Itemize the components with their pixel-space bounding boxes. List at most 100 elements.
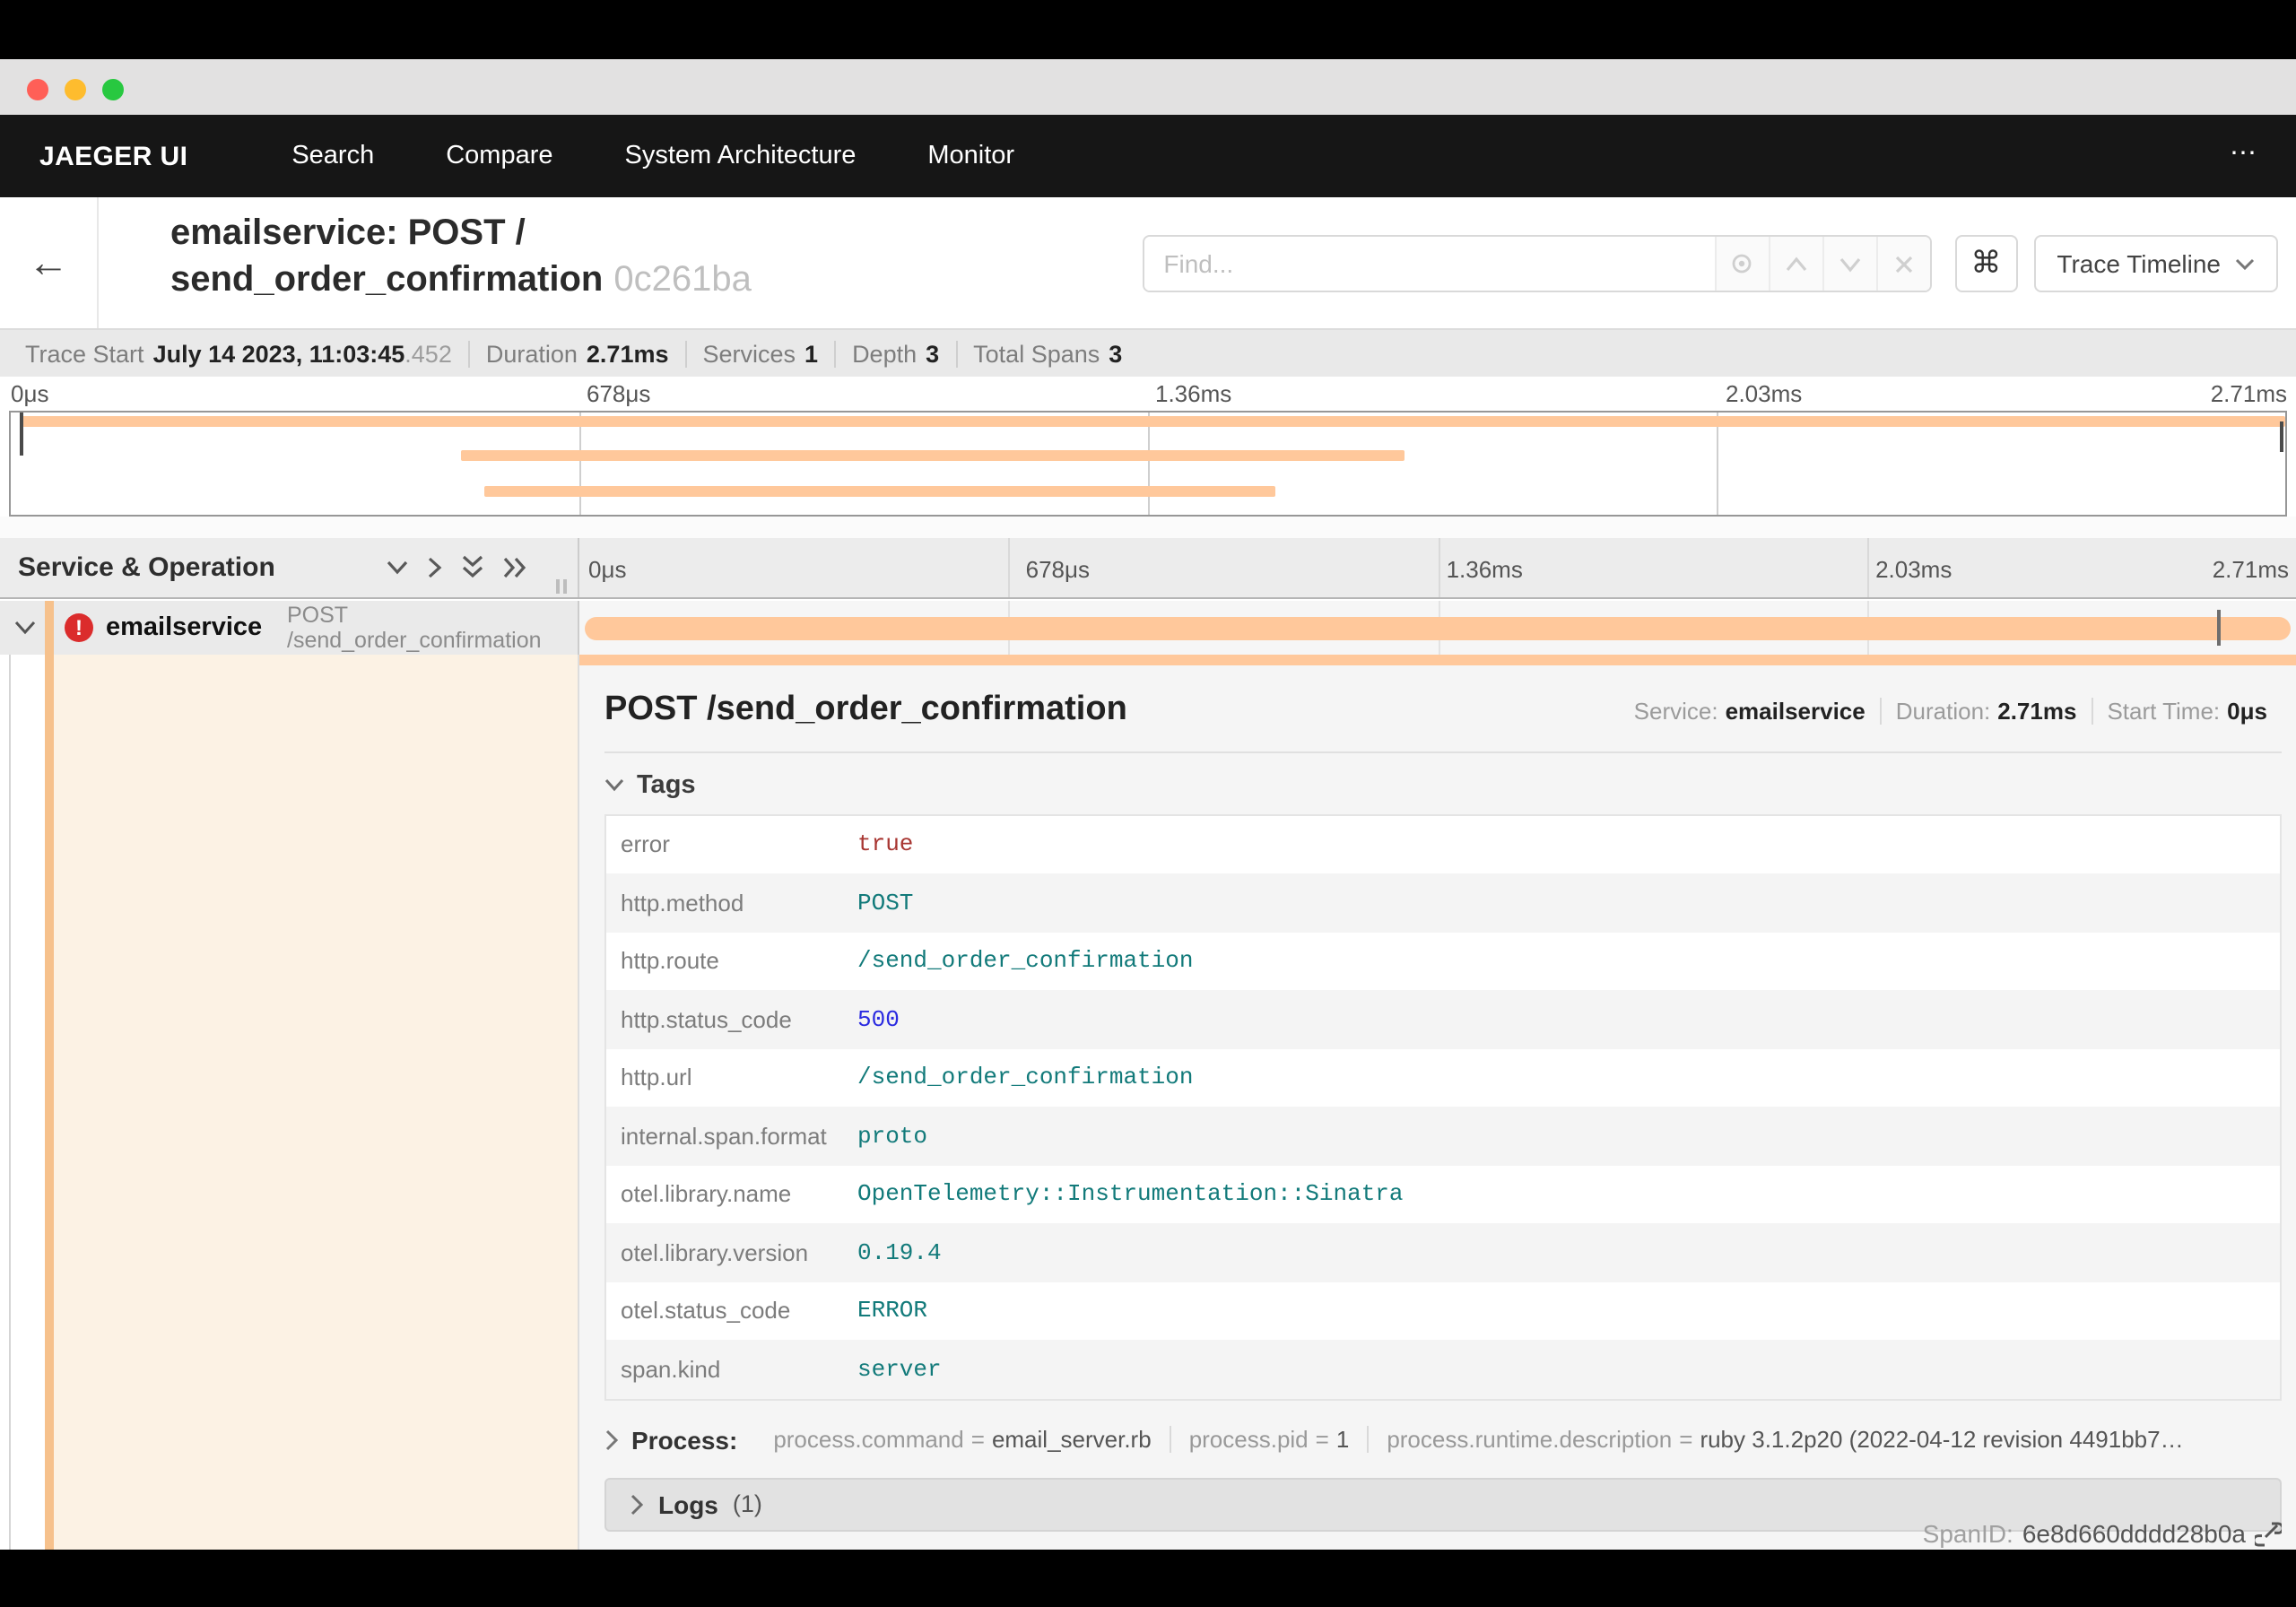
process-section-toggle[interactable]: Process: process.command = email_server.…: [604, 1425, 2282, 1454]
error-icon: !: [65, 613, 93, 642]
minimap-right-scrubber[interactable]: [2280, 421, 2283, 452]
tag-row-http.status_code[interactable]: http.status_code 500: [606, 990, 2280, 1048]
collapse-one-chevron-down-icon[interactable]: [386, 554, 409, 579]
span-id-label: SpanID:: [1922, 1519, 2013, 1548]
span-detail-row: POST /send_order_confirmation Service: e…: [0, 655, 2296, 1607]
collapse-span-chevron-down-icon[interactable]: [14, 621, 36, 635]
letterbox-bottom: [0, 1550, 2296, 1607]
minimap-span-bar-grandchild: [483, 486, 1275, 497]
tag-key: error: [621, 830, 670, 858]
nav-item-compare[interactable]: Compare: [410, 142, 588, 170]
minimize-window-button[interactable]: [65, 79, 86, 100]
zoom-window-button[interactable]: [102, 79, 124, 100]
collapse-all-double-chevron-down-icon[interactable]: [461, 554, 484, 579]
summary-trace-start: Trace Start July 14 2023, 11:03:45 .452: [25, 340, 452, 367]
tags-table: error true http.method POST http.route/send_…: [604, 813, 2282, 1400]
top-navbar: JAEGER UI Search Compare System Architec…: [0, 115, 2296, 197]
column-resize-grip[interactable]: [556, 579, 567, 594]
clear-search-x-icon[interactable]: [1875, 237, 1930, 291]
detail-left-column: [0, 655, 578, 1550]
keyboard-shortcuts-button[interactable]: ⌘: [1954, 235, 2018, 292]
tag-value: /send_order_confirmation: [857, 947, 1194, 975]
operation-name: POST /send_order_confirmation: [287, 603, 542, 653]
trace-title: emailservice: POST / send_order_confirma…: [170, 210, 1175, 303]
nav-item-system-architecture[interactable]: System Architecture: [589, 142, 892, 170]
service-color-stripe: [44, 601, 53, 655]
tag-row-error[interactable]: error true: [606, 815, 2280, 873]
copy-link-icon[interactable]: [2255, 1520, 2282, 1547]
find-input[interactable]: [1144, 237, 1715, 291]
chevron-right-icon: [604, 1429, 619, 1450]
nav-item-search[interactable]: Search: [256, 142, 410, 170]
tag-key: otel.library.version: [621, 1238, 809, 1266]
meta-start-time: Start Time: 0μs: [2091, 697, 2282, 724]
divider: [604, 751, 2282, 752]
tick-label: 2.71ms: [2210, 380, 2287, 407]
ruler-gridline: [1866, 538, 1869, 597]
span-id-value: 6e8d660dddd28b0a: [2022, 1519, 2246, 1548]
meta-service: Service: emailservice: [1633, 697, 1866, 724]
detail-meta: Service: emailservice Duration: 2.71ms S…: [1620, 697, 2282, 724]
expand-all-double-chevron-right-icon[interactable]: [502, 554, 527, 579]
tag-value: ERROR: [857, 1297, 928, 1325]
tag-key: http.route: [621, 947, 719, 975]
nav-item-monitor[interactable]: Monitor: [891, 142, 1050, 170]
focus-match-icon[interactable]: [1714, 237, 1769, 291]
tag-row-otel.library.version[interactable]: otel.library.version 0.19.4: [606, 1223, 2280, 1281]
tag-row-span.kind[interactable]: span.kind server: [606, 1340, 2280, 1398]
detail-panel: POST /send_order_confirmation Service: e…: [578, 655, 2296, 1607]
trace-page-header: ← emailservice: POST / send_order_confir…: [0, 197, 2296, 468]
span-log-marker[interactable]: [2216, 610, 2221, 646]
tag-value: proto: [857, 1122, 928, 1150]
tag-row-otel.status_code[interactable]: otel.status_code ERROR: [606, 1281, 2280, 1340]
tick-label: 0μs: [588, 556, 627, 583]
tag-value: OpenTelemetry::Instrumentation::Sinatra: [857, 1180, 1404, 1208]
summary-total-spans: Total Spans 3: [955, 340, 1138, 367]
chevron-down-icon: [2235, 257, 2255, 270]
tag-row-http.route[interactable]: http.route/send_order_confirmation: [606, 932, 2280, 990]
minimap-gridline: [1717, 413, 1718, 515]
close-window-button[interactable]: [27, 79, 48, 100]
command-icon: ⌘: [1970, 246, 2002, 280]
tag-key: http.status_code: [621, 1005, 792, 1033]
trace-minimap[interactable]: [9, 411, 2287, 517]
expand-one-chevron-right-icon[interactable]: [427, 554, 443, 579]
service-operation-header: Service & Operation: [0, 538, 578, 597]
tag-row-http.url[interactable]: http.url/send_order_confirmation: [606, 1048, 2280, 1107]
tags-section-toggle[interactable]: Tags: [604, 770, 2282, 799]
span-row-emailservice[interactable]: ! emailservice POST /send_order_confirma…: [0, 601, 2296, 655]
macos-titlebar: [0, 59, 2296, 115]
detail-title-row: POST /send_order_confirmation Service: e…: [604, 690, 2282, 729]
tags-section-label: Tags: [637, 770, 696, 799]
timeline-ruler: 0μs 678μs 1.36ms 2.03ms 2.71ms: [578, 538, 2296, 597]
process-runtime-description: process.runtime.description = ruby 3.1.2…: [1367, 1426, 2201, 1453]
service-name[interactable]: emailservice: [106, 613, 262, 642]
span-duration-bar[interactable]: [584, 616, 2292, 639]
tag-value: POST: [857, 889, 914, 916]
process-command: process.command = email_server.rb: [773, 1426, 1152, 1453]
summary-depth: Depth 3: [834, 340, 955, 367]
next-result-chevron-down-icon[interactable]: [1822, 237, 1876, 291]
span-id-footer: SpanID: 6e8d660dddd28b0a: [1923, 1519, 2282, 1548]
tick-label: 1.36ms: [1446, 556, 1523, 583]
process-section-label: Process:: [631, 1425, 738, 1454]
tag-value: /send_order_confirmation: [857, 1064, 1194, 1091]
jaeger-logo[interactable]: JAEGER UI: [39, 141, 187, 171]
tag-key: http.method: [621, 889, 744, 916]
tag-row-http.method[interactable]: http.method POST: [606, 873, 2280, 932]
expanded-span-accent-bar: [579, 655, 2296, 665]
trace-view-select[interactable]: Trace Timeline: [2033, 235, 2278, 292]
detail-left-background: [44, 655, 578, 1550]
back-button[interactable]: ←: [0, 197, 99, 328]
nav-overflow-icon[interactable]: ⋯: [2230, 136, 2260, 169]
tag-row-internal.span.format[interactable]: internal.span.format proto: [606, 1107, 2280, 1165]
tag-row-otel.library.name[interactable]: otel.library.name OpenTelemetry::Instrume…: [606, 1165, 2280, 1223]
ruler-gridline: [1438, 538, 1439, 597]
minimap-left-scrubber[interactable]: [20, 413, 23, 456]
minimap-gridline: [1148, 413, 1150, 515]
minimap-gridline: [579, 413, 581, 515]
span-row-timeline[interactable]: [578, 601, 2296, 655]
process-pid: process.pid = 1: [1169, 1426, 1368, 1453]
tag-value: 0.19.4: [857, 1238, 942, 1266]
prev-result-chevron-up-icon[interactable]: [1768, 237, 1822, 291]
